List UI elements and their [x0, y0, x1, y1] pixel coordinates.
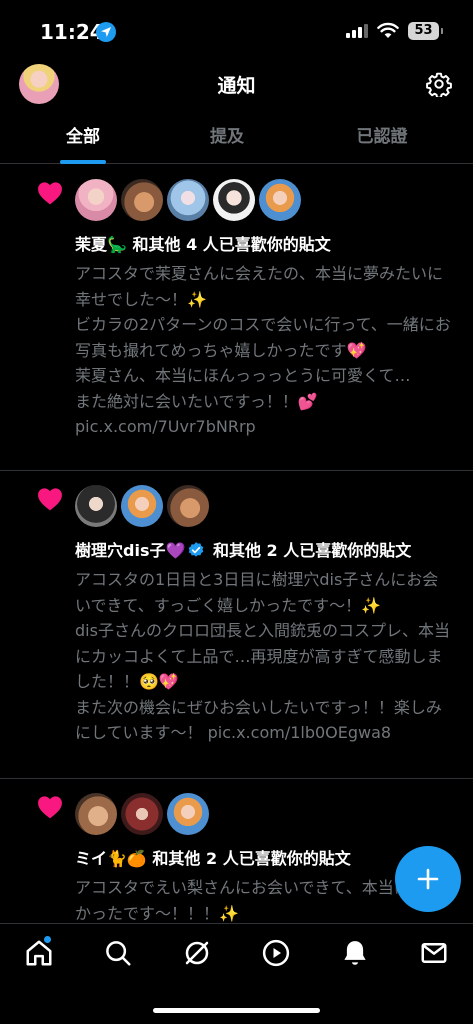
- heart-icon: [38, 182, 62, 205]
- notification-item[interactable]: 茉夏🦕 和其他 4 人已喜歡你的貼文 アコスタで茉夏さんに会えたの、本当に夢みた…: [0, 165, 473, 471]
- notification-action: 和其他 2 人已喜歡你的貼文: [207, 541, 412, 560]
- liker-avatars: [75, 179, 451, 221]
- search-icon[interactable]: [103, 938, 133, 968]
- notification-tabs: 全部 提及 已認證: [0, 112, 473, 164]
- avatar[interactable]: [213, 179, 255, 221]
- tab-verified[interactable]: 已認證: [332, 112, 432, 162]
- avatar[interactable]: [121, 485, 163, 527]
- avatar[interactable]: [259, 179, 301, 221]
- status-bar: 11:24 53: [0, 0, 473, 62]
- notification-post-text: アコスタの1日目と3日目に樹理穴dis子さんにお会いできて、すっごく嬉しかったで…: [75, 567, 451, 746]
- tab-mentions[interactable]: 提及: [184, 112, 270, 162]
- notification-item[interactable]: 樹理穴dis子💜 和其他 2 人已喜歡你的貼文 アコスタの1日目と3日目に樹理穴…: [0, 471, 473, 779]
- battery-tip: [441, 28, 443, 34]
- compose-button[interactable]: [395, 846, 461, 912]
- actor-name[interactable]: ミイ🐈🍊: [75, 849, 147, 868]
- play-circle-icon[interactable]: [261, 938, 291, 968]
- home-icon[interactable]: [24, 938, 54, 968]
- liker-avatars: [75, 793, 451, 835]
- grok-icon[interactable]: [182, 938, 212, 968]
- bell-icon[interactable]: [340, 938, 370, 968]
- notification-action: 和其他 2 人已喜歡你的貼文: [146, 849, 351, 868]
- notification-title: 樹理穴dis子💜 和其他 2 人已喜歡你的貼文: [75, 539, 451, 563]
- notification-title: ミイ🐈🍊 和其他 2 人已喜歡你的貼文: [75, 847, 451, 871]
- wifi-icon: [377, 22, 399, 38]
- post-text: アコスタの1日目と3日目に樹理穴dis子さんにお会いできて、すっごく嬉しかったで…: [75, 570, 450, 742]
- avatar[interactable]: [167, 485, 209, 527]
- active-tab-indicator: [60, 160, 106, 164]
- avatar[interactable]: [75, 179, 117, 221]
- actor-name[interactable]: 樹理穴dis子💜: [75, 541, 185, 560]
- avatar[interactable]: [167, 793, 209, 835]
- notification-feed[interactable]: 茉夏🦕 和其他 4 人已喜歡你的貼文 アコスタで茉夏さんに会えたの、本当に夢みた…: [0, 165, 473, 923]
- bottom-navigation: [0, 923, 473, 1024]
- mail-icon[interactable]: [419, 938, 449, 968]
- liker-avatars: [75, 485, 451, 527]
- actor-name[interactable]: 茉夏🦕: [75, 235, 127, 254]
- avatar[interactable]: [121, 179, 163, 221]
- notification-post-text: アコスタで茉夏さんに会えたの、本当に夢みたいに幸せでした〜！✨ ビカラの2パター…: [75, 261, 451, 440]
- notification-item[interactable]: ミイ🐈🍊 和其他 2 人已喜歡你的貼文 アコスタでえい梨さんにお会いできて、本当…: [0, 779, 473, 923]
- plus-icon: [417, 868, 439, 890]
- location-arrow-icon: [96, 22, 116, 42]
- heart-icon: [38, 488, 62, 511]
- battery-icon: 53: [408, 22, 439, 40]
- post-text: アコスタで茉夏さんに会えたの、本当に夢みたいに幸せでした〜！✨ ビカラの2パター…: [75, 264, 451, 436]
- gear-icon[interactable]: [426, 71, 452, 97]
- tab-all[interactable]: 全部: [40, 112, 126, 162]
- notification-title: 茉夏🦕 和其他 4 人已喜歡你的貼文: [75, 233, 451, 257]
- heart-icon: [38, 796, 62, 819]
- notification-action: 和其他 4 人已喜歡你的貼文: [126, 235, 331, 254]
- avatar[interactable]: [121, 793, 163, 835]
- avatar[interactable]: [75, 485, 117, 527]
- cellular-signal-icon: [346, 24, 370, 38]
- home-indicator: [153, 1008, 320, 1013]
- avatar[interactable]: [167, 179, 209, 221]
- page-title: 通知: [217, 75, 256, 97]
- unread-dot: [44, 936, 51, 943]
- status-time: 11:24: [40, 20, 104, 44]
- verified-badge-icon: [189, 542, 204, 557]
- avatar[interactable]: [75, 793, 117, 835]
- header: 通知: [0, 62, 473, 106]
